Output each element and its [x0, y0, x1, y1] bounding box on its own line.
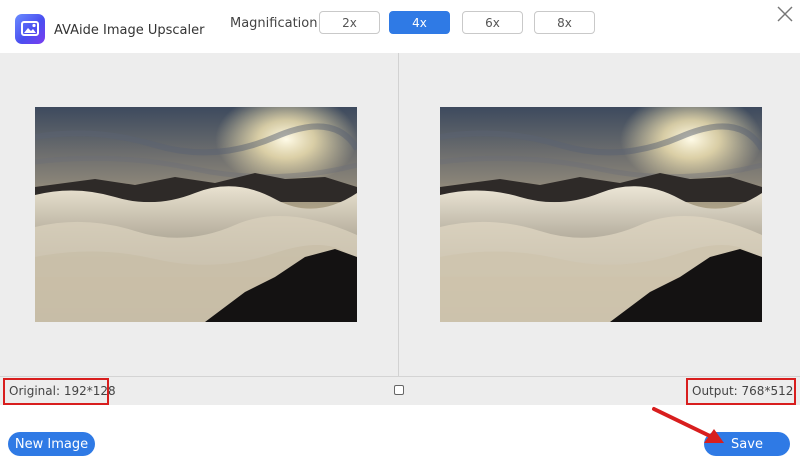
- annotation-arrow-icon: [652, 407, 724, 443]
- info-bar: Original: 192*128 Output: 768*512: [0, 376, 800, 405]
- preview-area: [0, 53, 800, 376]
- compare-icon[interactable]: [394, 385, 404, 395]
- app-title: AVAide Image Upscaler: [54, 23, 205, 38]
- magnification-8x-button[interactable]: 8x: [534, 11, 595, 34]
- close-icon[interactable]: [775, 4, 795, 24]
- magnification-label: Magnification:: [230, 16, 322, 31]
- new-image-button[interactable]: New Image: [8, 432, 95, 456]
- magnification-6x-button[interactable]: 6x: [462, 11, 523, 34]
- preview-divider[interactable]: [398, 53, 399, 376]
- header-bar: AVAide Image Upscaler Magnification: 2x …: [0, 0, 800, 52]
- output-size-label: Output: 768*512: [692, 384, 794, 398]
- magnification-4x-button[interactable]: 4x: [389, 11, 450, 34]
- magnification-2x-button[interactable]: 2x: [319, 11, 380, 34]
- original-image: [35, 107, 357, 322]
- output-image: [440, 107, 762, 322]
- app-logo-icon: [15, 14, 45, 44]
- original-size-label: Original: 192*128: [9, 384, 116, 398]
